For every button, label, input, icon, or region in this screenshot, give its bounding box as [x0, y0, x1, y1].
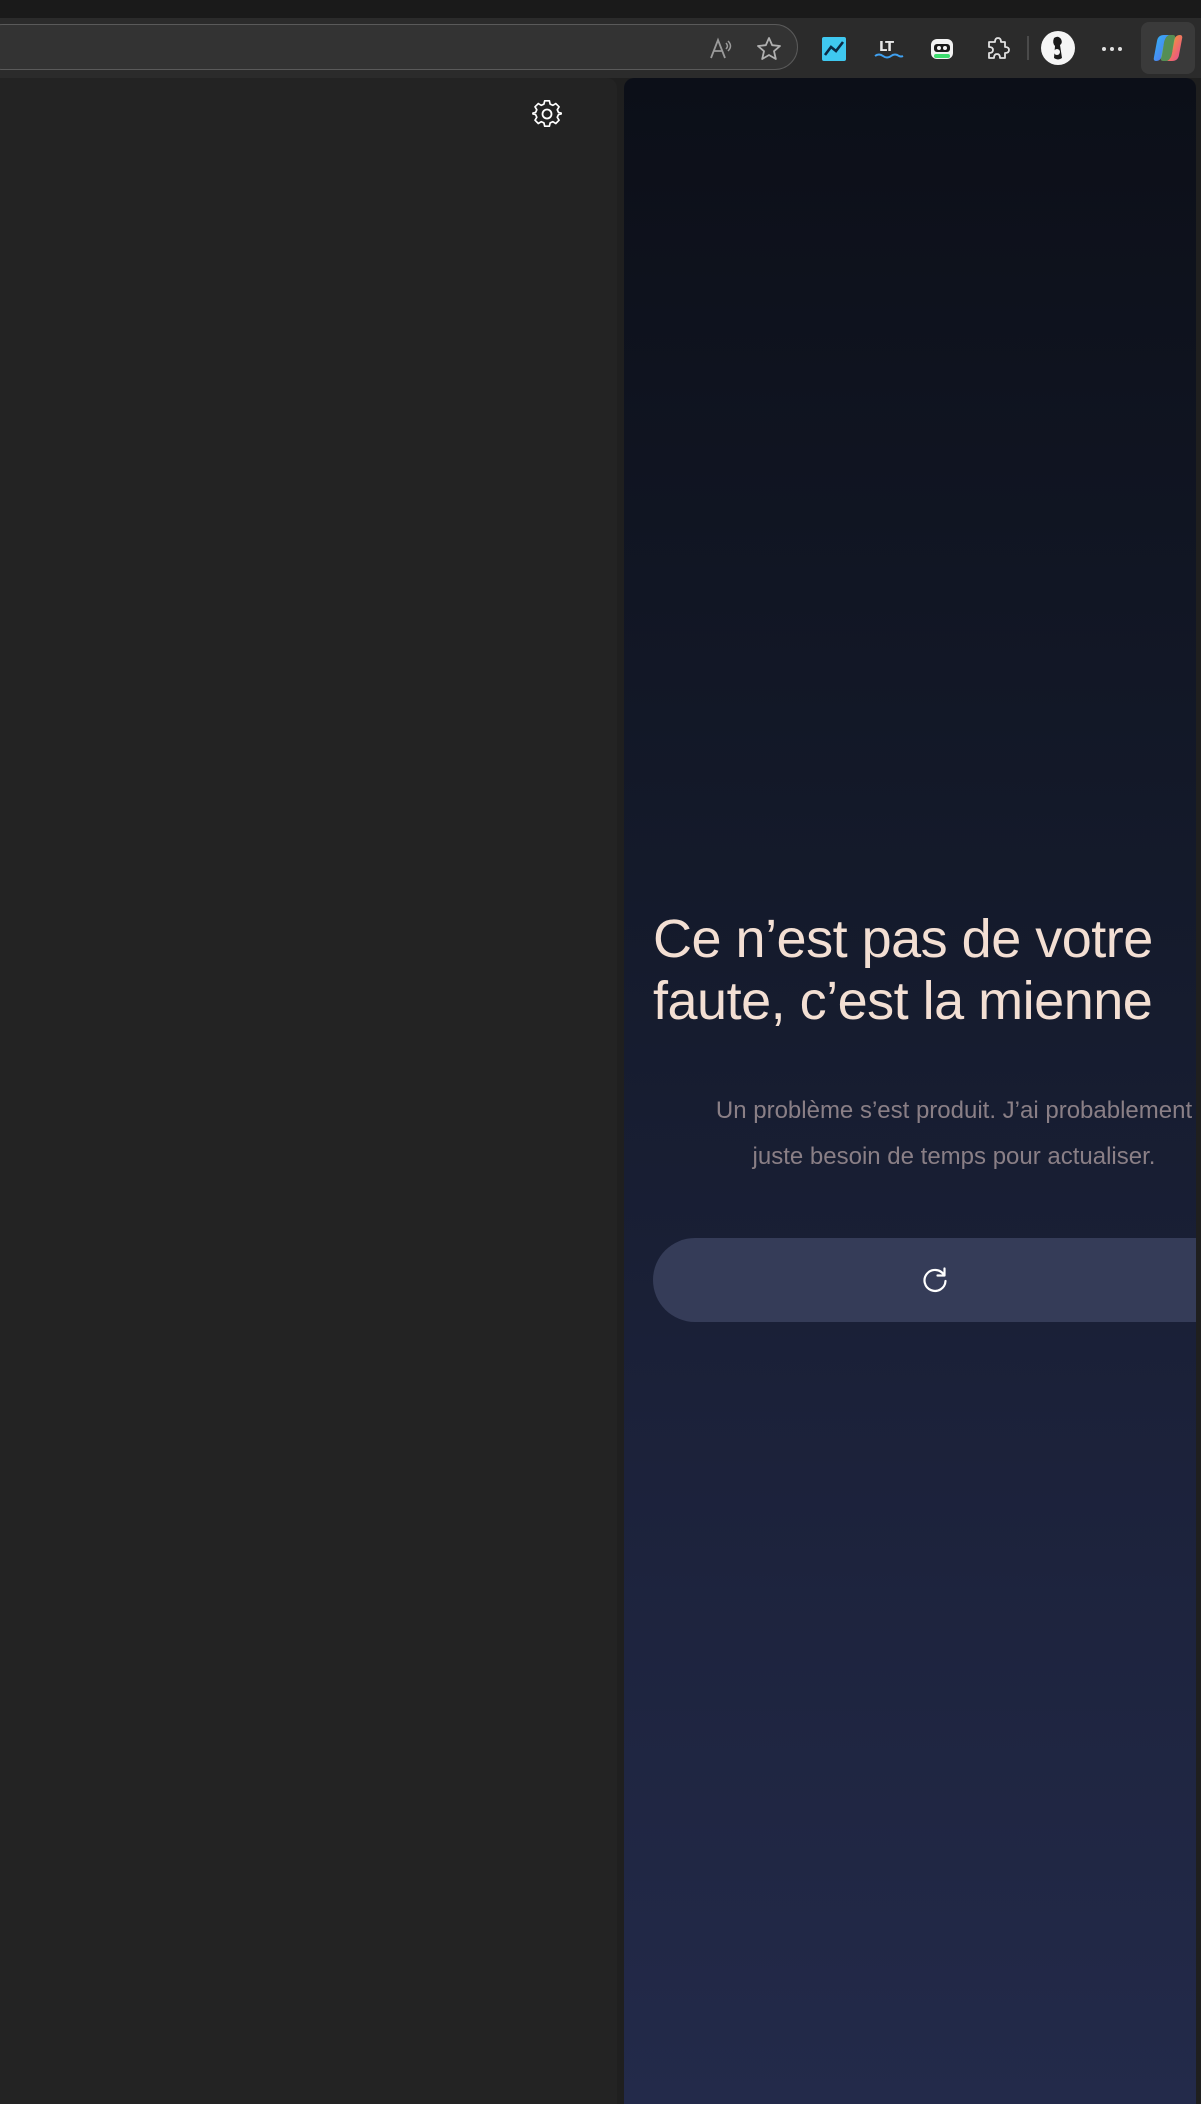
error-page-panel: Ce n’est pas de votre faute, c’est la mi… [624, 78, 1196, 2104]
svg-text:LT: LT [879, 40, 894, 55]
more-options-icon[interactable] [1097, 34, 1127, 64]
refresh-button[interactable] [653, 1238, 1196, 1322]
error-subtitle-line1: Un problème s’est produit. J’ai probable… [715, 1097, 1193, 1124]
error-title: Ce n’est pas de votre faute, c’est la mi… [653, 908, 1196, 1032]
error-title-line2: faute, c’est la mienne [653, 971, 1153, 1031]
error-title-line1: Ce n’est pas de votre [653, 909, 1153, 969]
robot-extension-icon[interactable] [927, 34, 957, 64]
error-subtitle: Un problème s’est produit. J’ai probable… [674, 1088, 1196, 1180]
left-pane [0, 78, 617, 2104]
chart-extension-icon[interactable] [819, 34, 849, 64]
lt-extension-icon[interactable]: LT [872, 34, 906, 64]
favorite-star-icon[interactable] [754, 34, 784, 64]
browser-toolbar: LT [0, 18, 1201, 78]
browser-tab-strip [0, 0, 1201, 18]
read-aloud-icon[interactable] [706, 34, 736, 64]
profile-avatar[interactable] [1040, 30, 1076, 66]
address-bar[interactable] [0, 24, 798, 70]
gear-icon[interactable] [531, 98, 563, 130]
copilot-icon[interactable] [1141, 22, 1195, 74]
toolbar-divider [1027, 36, 1029, 60]
error-subtitle-line2: juste besoin de temps pour actualiser. [752, 1143, 1156, 1170]
extensions-puzzle-icon[interactable] [982, 34, 1012, 64]
refresh-icon [919, 1264, 951, 1296]
